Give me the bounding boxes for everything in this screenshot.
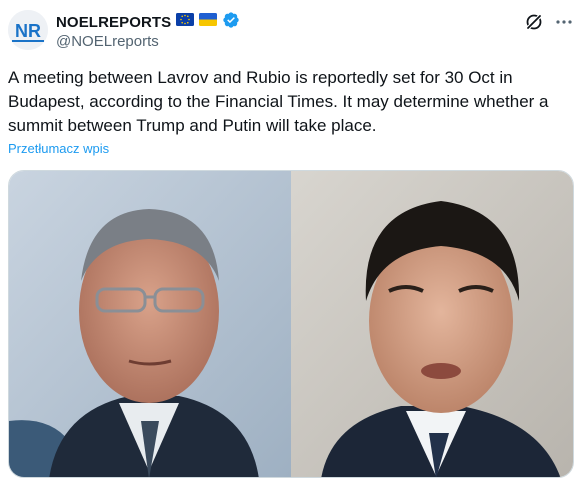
tweet-text: A meeting between Lavrov and Rubio is re… (8, 68, 549, 135)
author-handle[interactable]: @NOELreports (56, 33, 240, 50)
ukraine-flag-icon (199, 13, 218, 31)
verified-badge-icon[interactable] (222, 11, 240, 34)
portrait-right-image (291, 171, 573, 477)
avatar-text: NR (15, 21, 41, 41)
translate-link[interactable]: Przetłumacz wpis (8, 141, 109, 156)
avatar-logo-icon: NR (8, 10, 48, 50)
more-icon[interactable] (554, 12, 574, 32)
display-name[interactable]: NOELREPORTS (56, 14, 171, 31)
portrait-left-image (9, 171, 291, 477)
photo-right[interactable] (291, 171, 573, 477)
avatar[interactable]: NR (8, 10, 48, 50)
grok-icon[interactable] (524, 12, 544, 32)
photo-left[interactable] (9, 171, 291, 477)
eu-flag-icon (176, 13, 195, 31)
tweet-header: NR NOELREPORTS @NOELreports (8, 10, 580, 54)
author-names: NOELREPORTS @NOELreports (56, 11, 240, 50)
tweet-media[interactable] (8, 170, 574, 478)
display-name-row: NOELREPORTS (56, 11, 240, 34)
